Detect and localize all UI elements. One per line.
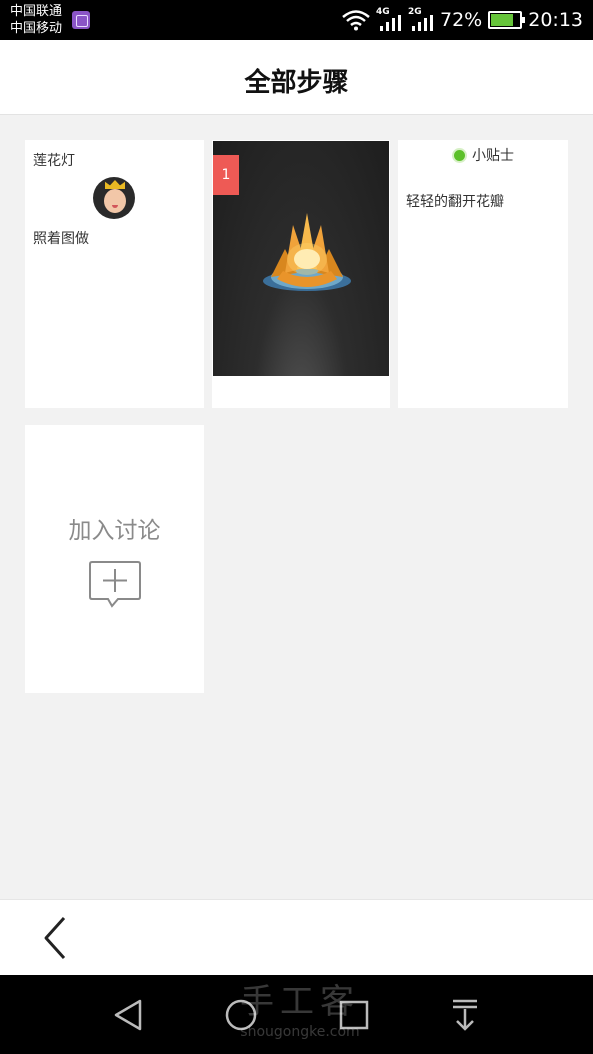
project-description: 照着图做	[33, 231, 89, 247]
author-avatar[interactable]	[93, 177, 135, 219]
step-photo[interactable]: 1	[213, 141, 389, 376]
page-header: 全部步骤	[0, 40, 593, 115]
carrier-names: 中国联通 中国移动	[10, 3, 62, 37]
back-icon[interactable]	[40, 916, 70, 960]
project-intro-card[interactable]: 莲花灯 照着图做	[25, 140, 204, 408]
watermark-cn: 手工客	[240, 982, 360, 1022]
carrier-1: 中国联通	[10, 4, 63, 19]
join-discussion-label: 加入讨论	[68, 518, 161, 544]
step-number-badge: 1	[213, 155, 239, 195]
add-comment-icon[interactable]	[88, 559, 142, 611]
carrier-2: 中国移动	[10, 21, 63, 36]
tip-dot-icon	[452, 147, 467, 163]
tips-header: 小贴士	[398, 145, 568, 165]
battery-icon	[488, 11, 526, 29]
nav-pull-down-icon[interactable]	[445, 995, 485, 1035]
tip-text: 轻轻的翻开花瓣	[406, 194, 504, 210]
watermark: 手工客 shougongke.com	[220, 975, 380, 1054]
step-card[interactable]: 1	[212, 140, 390, 408]
status-bar: 中国联通 中国移动 4G 2G 72% 20:13	[0, 0, 593, 40]
battery-percent: 72%	[440, 9, 483, 31]
tips-card[interactable]: 小贴士 轻轻的翻开花瓣	[398, 140, 568, 408]
system-nav-bar: 手工客 shougongke.com	[0, 975, 593, 1054]
project-title: 莲花灯	[33, 153, 75, 169]
status-indicators: 4G 2G 72% 20:13	[342, 5, 583, 35]
join-discussion-card[interactable]: 加入讨论	[25, 425, 204, 693]
clock: 20:13	[528, 9, 583, 31]
gallery-notification-icon	[72, 11, 90, 29]
lotus-lamp-image	[263, 213, 351, 291]
watermark-en: shougongke.com	[240, 1024, 360, 1040]
bottom-toolbar	[0, 899, 593, 975]
signal-4g-icon: 4G	[376, 7, 402, 31]
wifi-icon	[342, 10, 370, 31]
nav-back-icon[interactable]	[108, 995, 148, 1035]
crown-icon	[105, 180, 125, 189]
tips-label: 小贴士	[472, 148, 514, 164]
page-title: 全部步骤	[244, 68, 349, 98]
signal-2g-icon: 2G	[408, 7, 434, 31]
